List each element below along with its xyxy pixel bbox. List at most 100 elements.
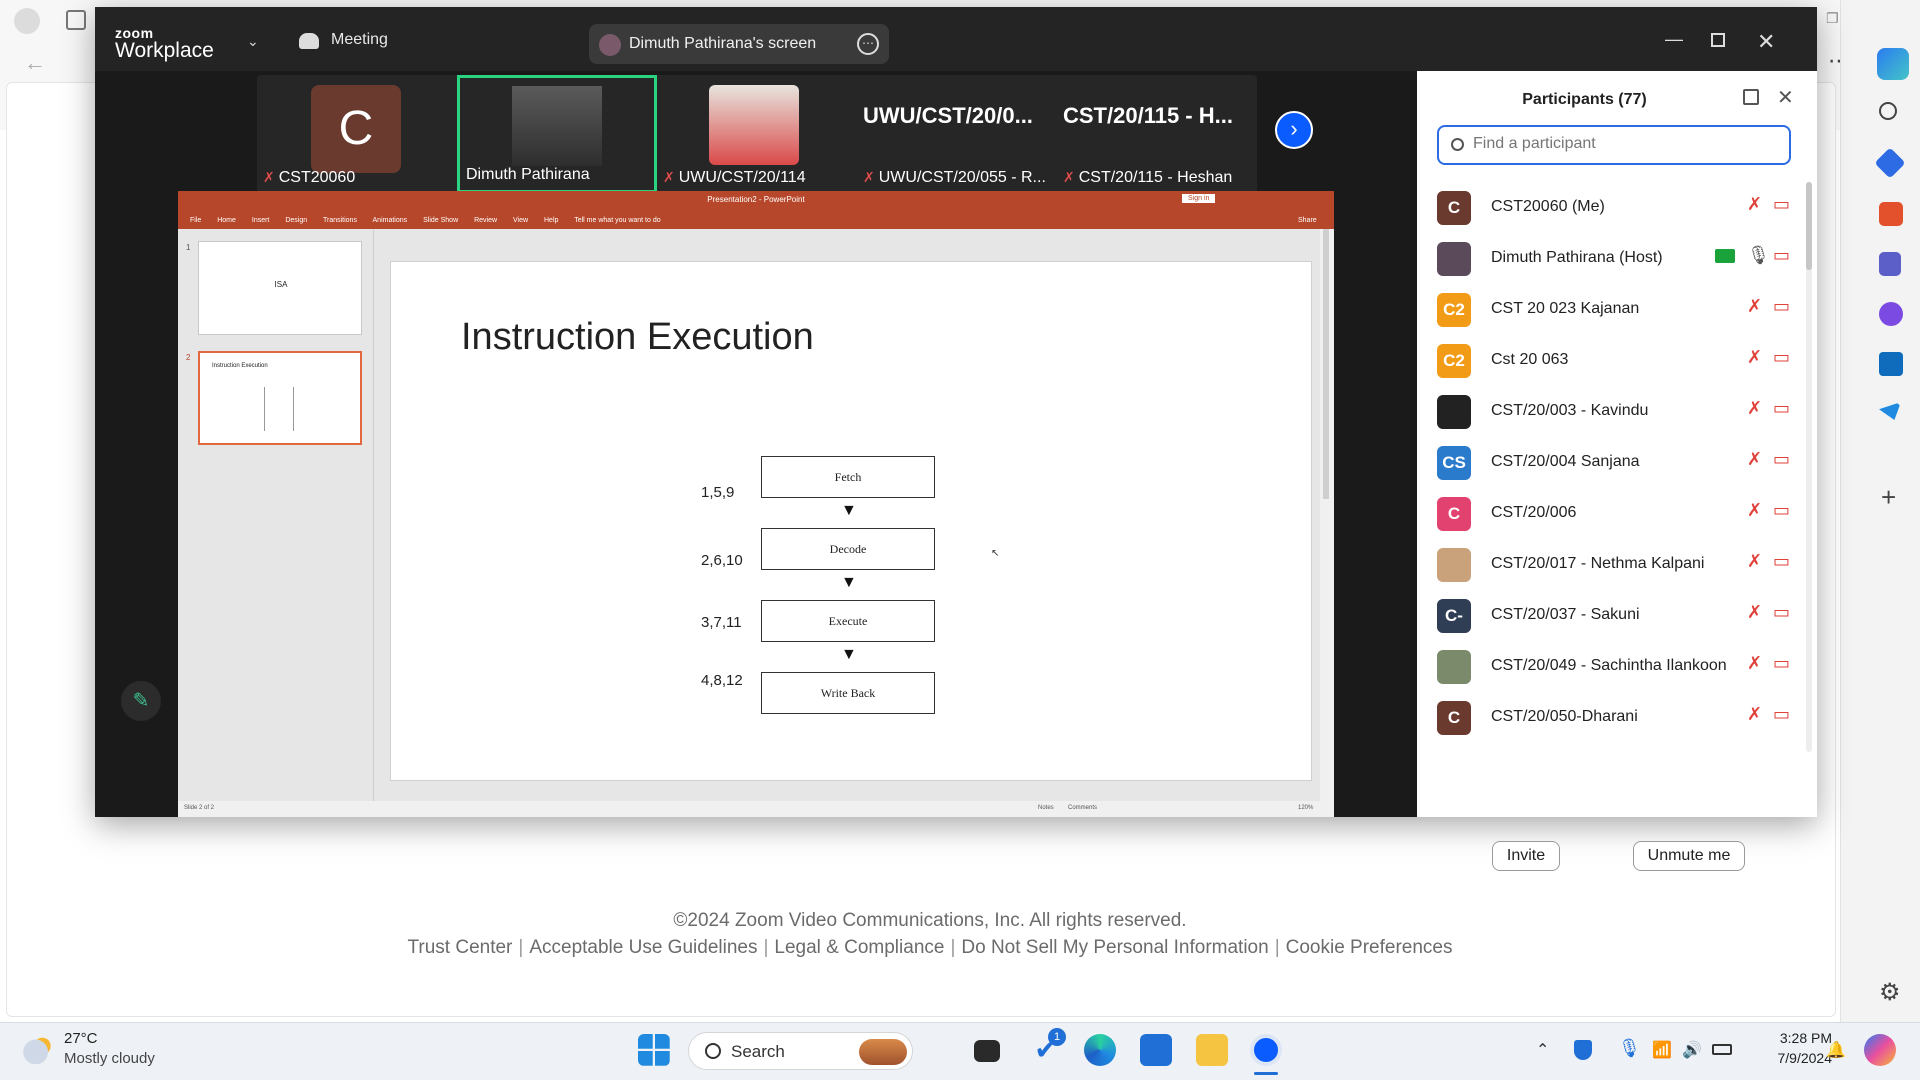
add-icon[interactable]: + xyxy=(1881,482,1896,513)
footer-link-do-not-sell[interactable]: Do Not Sell My Personal Information xyxy=(961,937,1268,958)
footer-link-trust-center[interactable]: Trust Center xyxy=(408,937,513,958)
unmute-me-button[interactable]: Unmute me xyxy=(1633,841,1745,871)
ppt-tab[interactable]: Review xyxy=(474,217,497,224)
next-page-button[interactable]: › xyxy=(1275,111,1313,149)
microphone-icon[interactable]: 🎙 xyxy=(1747,245,1770,266)
muted-mic-icon[interactable]: ✗ xyxy=(1747,449,1762,470)
copilot-icon[interactable] xyxy=(1877,48,1909,80)
muted-mic-icon[interactable]: ✗ xyxy=(1747,296,1762,317)
video-off-icon[interactable]: ▭ xyxy=(1773,245,1790,266)
send-icon[interactable] xyxy=(1879,402,1901,420)
notification-bell-icon[interactable]: 🔔 xyxy=(1826,1040,1846,1060)
video-off-icon[interactable]: ▭ xyxy=(1773,602,1790,623)
ppt-tab[interactable]: Insert xyxy=(252,217,270,224)
participant-row[interactable]: C CST/20/006 ✗ ▭ xyxy=(1437,489,1797,540)
muted-mic-icon[interactable]: ✗ xyxy=(1747,398,1762,419)
chevron-up-icon[interactable]: ⌃ xyxy=(1536,1040,1549,1060)
video-tile-dimuth-pathirana[interactable]: Dimuth Pathirana xyxy=(457,75,657,193)
participant-row[interactable]: C CST20060 (Me) ✗ ▭ xyxy=(1437,183,1797,234)
participant-row[interactable]: C2 CST 20 023 Kajanan ✗ ▭ xyxy=(1437,285,1797,336)
task-view-icon[interactable] xyxy=(974,1040,1000,1062)
slide-thumbnail-2[interactable]: Instruction Execution xyxy=(198,351,362,445)
muted-mic-icon[interactable]: ✗ xyxy=(1747,551,1762,572)
tools-icon[interactable] xyxy=(1879,202,1903,226)
battery-icon[interactable] xyxy=(1712,1044,1732,1055)
back-arrow-icon[interactable]: ← xyxy=(24,50,46,76)
outlook-icon[interactable] xyxy=(1879,352,1903,376)
participant-row[interactable]: Dimuth Pathirana (Host) 🎙 ▭ xyxy=(1437,234,1797,285)
zoom-level[interactable]: 120% xyxy=(1298,805,1313,811)
ppt-sign-in-button[interactable]: Sign in xyxy=(1182,194,1216,203)
ppt-share-button[interactable]: Share xyxy=(1298,217,1317,224)
video-tile-uwu-cst-20-114[interactable]: ✗ UWU/CST/20/114 xyxy=(657,75,857,193)
participant-row[interactable]: CST/20/017 - Nethma Kalpani ✗ ▭ xyxy=(1437,540,1797,591)
video-tile-uwu-cst-20-055[interactable]: UWU/CST/20/0... ✗ UWU/CST/20/055 - R... xyxy=(857,75,1057,193)
microsoft365-icon[interactable] xyxy=(1879,302,1903,326)
muted-mic-icon[interactable]: ✗ xyxy=(1747,347,1762,368)
tabs-icon[interactable] xyxy=(66,10,86,30)
screen-share-indicator[interactable]: Dimuth Pathirana's screen ⋯ xyxy=(589,24,889,64)
zoom-app-icon[interactable] xyxy=(1250,1034,1282,1066)
ppt-scrollbar[interactable] xyxy=(1320,229,1334,801)
profile-icon[interactable] xyxy=(14,8,40,34)
ppt-tab[interactable]: View xyxy=(513,217,528,224)
slide-thumbnail-1[interactable]: ISA xyxy=(198,241,362,335)
minimize-icon[interactable]: — xyxy=(1665,29,1683,50)
microphone-icon[interactable]: 🎙 xyxy=(1618,1038,1641,1059)
annotate-pen-icon[interactable]: ✎ xyxy=(121,681,161,721)
video-off-icon[interactable]: ▭ xyxy=(1773,704,1790,725)
notes-button[interactable]: Notes xyxy=(1038,805,1054,811)
ppt-tab[interactable]: Home xyxy=(217,217,236,224)
footer-link-cookie-preferences[interactable]: Cookie Preferences xyxy=(1286,937,1453,958)
video-off-icon[interactable]: ▭ xyxy=(1773,500,1790,521)
close-panel-icon[interactable]: ✕ xyxy=(1777,85,1794,110)
more-options-icon[interactable]: ⋯ xyxy=(857,33,879,55)
weather-icon[interactable] xyxy=(22,1034,56,1064)
video-off-icon[interactable]: ▭ xyxy=(1773,551,1790,572)
ppt-tab[interactable]: Design xyxy=(285,217,307,224)
video-off-icon[interactable]: ▭ xyxy=(1773,398,1790,419)
taskbar-search[interactable]: Search xyxy=(688,1032,913,1070)
muted-mic-icon[interactable]: ✗ xyxy=(1747,500,1762,521)
invite-button[interactable]: Invite xyxy=(1492,841,1560,871)
volume-icon[interactable]: 🔊 xyxy=(1682,1040,1702,1060)
video-off-icon[interactable]: ▭ xyxy=(1773,296,1790,317)
edge-browser-icon[interactable] xyxy=(1084,1034,1116,1066)
start-windows-icon[interactable] xyxy=(638,1034,670,1066)
participant-row[interactable]: C- CST/20/037 - Sakuni ✗ ▭ xyxy=(1437,591,1797,642)
ppt-tell-me[interactable]: Tell me what you want to do xyxy=(574,217,660,224)
muted-mic-icon[interactable]: ✗ xyxy=(1747,704,1762,725)
meeting-menu-button[interactable]: Meeting xyxy=(331,31,388,49)
ppt-tab[interactable]: File xyxy=(190,217,201,224)
comments-button[interactable]: Comments xyxy=(1068,805,1097,811)
weather-description[interactable]: Mostly cloudy xyxy=(64,1050,155,1067)
games-icon[interactable] xyxy=(1879,252,1901,276)
panel-scrollbar-thumb[interactable] xyxy=(1806,182,1812,270)
video-off-icon[interactable]: ▭ xyxy=(1773,194,1790,215)
ppt-tab[interactable]: Animations xyxy=(373,217,408,224)
settings-gear-icon[interactable]: ⚙ xyxy=(1879,978,1901,1007)
participant-search[interactable] xyxy=(1437,125,1791,165)
ppt-tab[interactable]: Transitions xyxy=(323,217,357,224)
participant-row[interactable]: C CST/20/050-Dharani ✗ ▭ xyxy=(1437,693,1797,744)
video-off-icon[interactable]: ▭ xyxy=(1773,449,1790,470)
footer-link-legal[interactable]: Legal & Compliance xyxy=(774,937,944,958)
ppt-tab[interactable]: Help xyxy=(544,217,558,224)
copilot-taskbar-icon[interactable] xyxy=(1864,1034,1896,1066)
file-explorer-icon[interactable] xyxy=(1196,1034,1228,1066)
search-icon[interactable] xyxy=(1879,102,1897,120)
wifi-icon[interactable]: 📶 xyxy=(1652,1040,1672,1060)
muted-mic-icon[interactable]: ✗ xyxy=(1747,194,1762,215)
participant-row[interactable]: CST/20/049 - Sachintha Ilankoon ✗ ▭ xyxy=(1437,642,1797,693)
participant-row[interactable]: CST/20/003 - Kavindu ✗ ▭ xyxy=(1437,387,1797,438)
muted-mic-icon[interactable]: ✗ xyxy=(1747,602,1762,623)
video-off-icon[interactable]: ▭ xyxy=(1773,653,1790,674)
video-tile-cst-20-115[interactable]: CST/20/115 - H... ✗ CST/20/115 - Heshan xyxy=(1057,75,1257,193)
footer-link-acceptable-use[interactable]: Acceptable Use Guidelines xyxy=(529,937,757,958)
video-tile-cst20060[interactable]: C ✗ CST20060 xyxy=(257,75,457,193)
weather-temperature[interactable]: 27°C xyxy=(64,1030,98,1047)
security-shield-icon[interactable] xyxy=(1574,1040,1592,1060)
clock-date[interactable]: 7/9/2024 xyxy=(1752,1050,1833,1066)
participant-row[interactable]: C2 Cst 20 063 ✗ ▭ xyxy=(1437,336,1797,387)
restore-window-icon[interactable]: ❐ xyxy=(1826,10,1839,27)
